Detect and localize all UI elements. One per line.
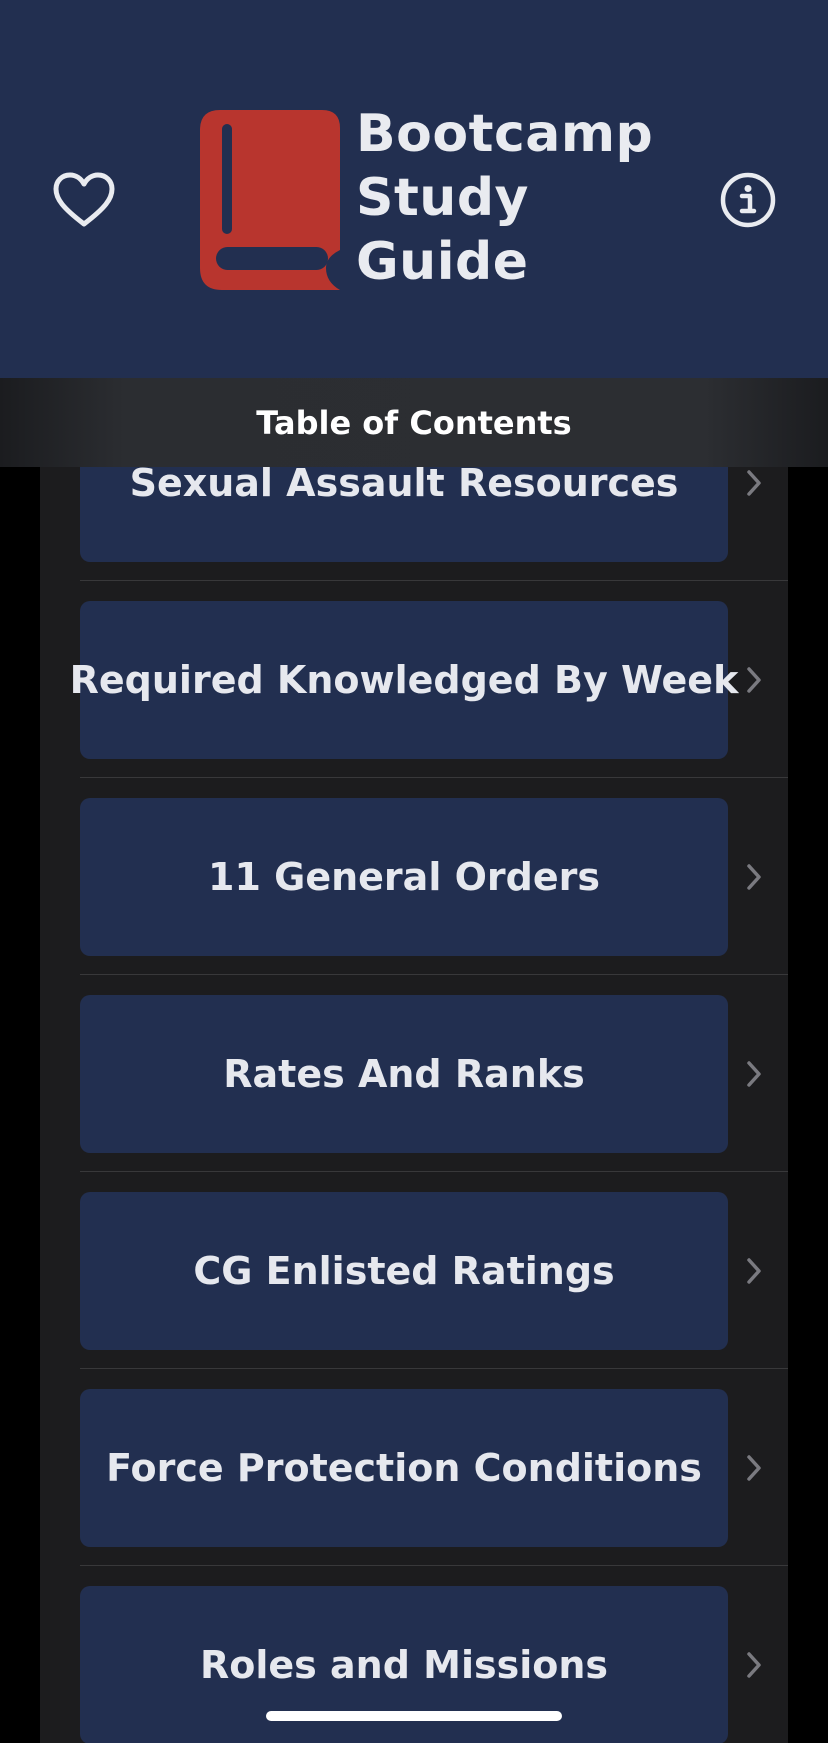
topic-label: Roles and Missions	[199, 1643, 609, 1687]
contents-list[interactable]: Sexual Assault Resources Required Knowle…	[40, 467, 788, 1743]
list-item[interactable]: Rates And Ranks	[40, 975, 788, 1172]
list-item[interactable]: Required Knowledged By Week	[40, 581, 788, 778]
list-item[interactable]: Force Protection Conditions	[40, 1369, 788, 1566]
heart-icon	[53, 172, 115, 227]
chevron-right-icon	[744, 1251, 764, 1291]
topic-card[interactable]: Rates And Ranks	[80, 995, 728, 1153]
list-item[interactable]: Sexual Assault Resources	[40, 467, 788, 581]
chevron-right-icon	[744, 1054, 764, 1094]
topic-card[interactable]: 11 General Orders	[80, 798, 728, 956]
topic-label: CG Enlisted Ratings	[193, 1249, 615, 1293]
topic-card[interactable]: Sexual Assault Resources	[80, 467, 728, 562]
info-button[interactable]	[718, 170, 778, 230]
chevron-right-icon	[744, 660, 764, 700]
chevron-right-icon	[744, 1448, 764, 1488]
chevron-right-icon	[744, 857, 764, 897]
toc-title: Table of Contents	[256, 403, 572, 442]
topic-label: Required Knowledged By Week	[69, 658, 739, 702]
home-indicator[interactable]	[266, 1711, 562, 1721]
favorites-button[interactable]	[48, 167, 120, 233]
topic-card[interactable]: CG Enlisted Ratings	[80, 1192, 728, 1350]
app-title: Bootcamp Study Guide	[356, 104, 654, 292]
list-item[interactable]: 11 General Orders	[40, 778, 788, 975]
app-header: Bootcamp Study Guide	[0, 0, 828, 378]
topic-label: Sexual Assault Resources	[129, 467, 679, 505]
topic-label: Rates And Ranks	[223, 1052, 585, 1096]
chevron-right-icon	[744, 1645, 764, 1685]
chevron-right-icon	[744, 467, 764, 503]
book-logo	[200, 110, 340, 290]
topic-label: 11 General Orders	[208, 855, 600, 899]
table-of-contents-bar: Table of Contents	[0, 378, 828, 467]
info-circle-icon	[720, 172, 776, 228]
book-icon	[200, 110, 340, 290]
topic-card[interactable]: Required Knowledged By Week	[70, 601, 738, 759]
topic-label: Force Protection Conditions	[106, 1446, 702, 1490]
topic-card[interactable]: Force Protection Conditions	[80, 1389, 728, 1547]
list-item[interactable]: CG Enlisted Ratings	[40, 1172, 788, 1369]
